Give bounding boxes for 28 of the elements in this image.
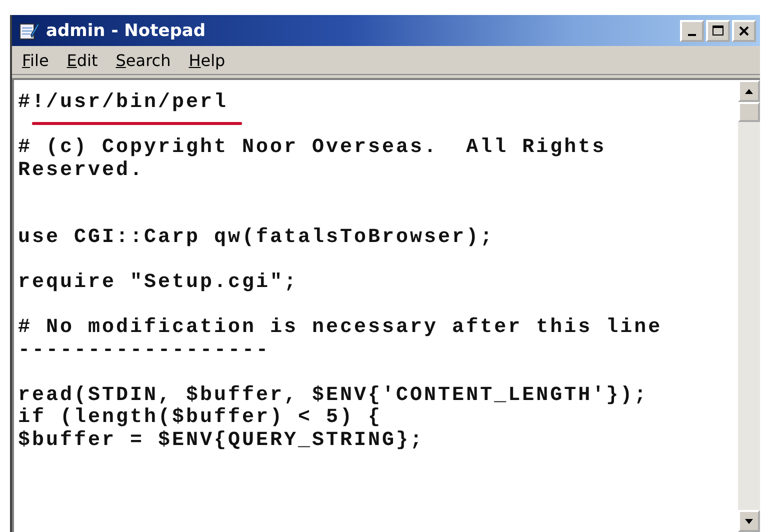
code-line: # (c) Copyright Noor Overseas. All Rights [18, 137, 606, 160]
minimize-button[interactable] [680, 20, 704, 42]
menu-item[interactable]: Edit [66, 50, 98, 70]
window-title: admin - Notepad [46, 20, 207, 40]
code-line: #!/usr/bin/perl [18, 92, 228, 114]
code-line: $buffer = $ENV{QUERY_STRING}; [18, 430, 424, 452]
notepad-icon [18, 20, 40, 40]
scroll-up-button[interactable] [738, 80, 760, 102]
code-line: read(STDIN, $buffer, $ENV{'CONTENT_LENGTH'}); [18, 384, 648, 407]
maximize-button[interactable] [706, 20, 730, 42]
down-arrow-icon [745, 518, 753, 524]
code-line: if (length($buffer) < 5) { [18, 407, 382, 430]
menu-item[interactable]: File [22, 50, 49, 70]
scroll-down-button[interactable] [738, 510, 760, 532]
scroll-thumb[interactable] [738, 102, 760, 122]
code-line: # No modification is necessary after this line [18, 317, 662, 340]
close-button[interactable] [732, 20, 756, 42]
code-line: use CGI::Carp qw(fatalsToBrowser); [18, 227, 494, 250]
maximize-icon [712, 24, 724, 36]
up-arrow-icon [745, 88, 753, 94]
code-line: Reserved. [18, 160, 144, 182]
code-line: ------------------ [18, 340, 270, 362]
menu-item[interactable]: Help [188, 50, 226, 70]
menu-item[interactable]: Search [116, 50, 171, 70]
code-line: require "Setup.cgi"; [18, 272, 298, 294]
close-icon [738, 24, 750, 36]
minimize-icon [688, 34, 696, 36]
vertical-scrollbar[interactable] [738, 80, 760, 532]
